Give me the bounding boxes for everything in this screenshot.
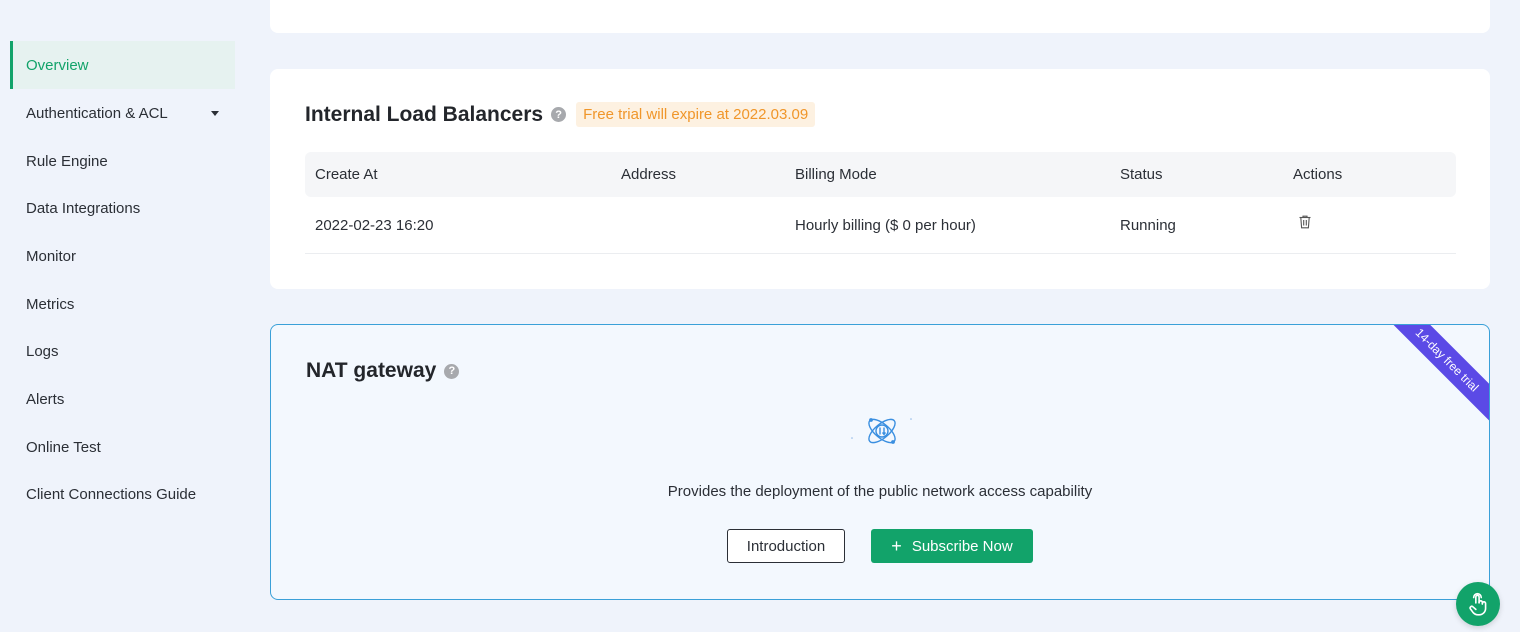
load-balancers-table: Create At Address Billing Mode Status Ac…	[305, 152, 1456, 254]
column-header-billing-mode: Billing Mode	[795, 166, 877, 183]
column-header-address: Address	[621, 166, 677, 183]
sidebar-item-label: Metrics	[26, 295, 75, 313]
nat-description: Provides the deployment of the public ne…	[667, 483, 1093, 500]
sidebar-item-label: Overview	[26, 56, 89, 74]
section-title-text: Internal Load Balancers	[305, 102, 544, 126]
column-header-create-at: Create At	[315, 166, 378, 183]
table-row: 2022-02-23 16:20 Hourly billing ($ 0 per…	[305, 197, 1456, 254]
sidebar-item-label: Monitor	[26, 247, 77, 265]
trial-expiry-badge: Free trial will expire at 2022.03.09	[576, 102, 816, 127]
introduction-button[interactable]: Introduction	[727, 529, 845, 563]
cell-actions	[1293, 197, 1313, 253]
sidebar: Overview Authentication & ACL Rule Engin…	[0, 0, 250, 632]
caret-down-icon	[211, 111, 219, 116]
sidebar-item-label: Logs	[26, 342, 59, 360]
sidebar-item-client-connections-guide[interactable]: Client Connections Guide	[10, 470, 235, 518]
sidebar-item-alerts[interactable]: Alerts	[10, 375, 235, 423]
previous-card	[270, 0, 1490, 33]
sidebar-item-monitor[interactable]: Monitor	[10, 232, 235, 280]
sidebar-item-label: Rule Engine	[26, 152, 108, 170]
section-title-text: NAT gateway	[306, 359, 437, 382]
sidebar-item-data-integrations[interactable]: Data Integrations	[10, 184, 235, 232]
cell-billing-mode: Hourly billing ($ 0 per hour)	[795, 216, 976, 234]
sidebar-item-label: Data Integrations	[26, 199, 141, 217]
subscribe-now-label: Subscribe Now	[911, 537, 1013, 555]
subscribe-now-button[interactable]: + Subscribe Now	[871, 529, 1033, 563]
help-fab-button[interactable]	[1456, 582, 1500, 626]
sidebar-item-online-test[interactable]: Online Test	[10, 423, 235, 471]
plus-icon: +	[891, 535, 902, 556]
sidebar-item-logs[interactable]: Logs	[10, 327, 235, 375]
hand-pointer-icon	[1469, 592, 1487, 616]
sidebar-item-rule-engine[interactable]: Rule Engine	[10, 137, 235, 185]
section-title: Internal Load Balancers ? Free trial wil…	[305, 102, 816, 127]
help-icon[interactable]: ?	[551, 107, 567, 122]
column-header-actions: Actions	[1293, 166, 1343, 183]
cell-create-at: 2022-02-23 16:20	[315, 216, 434, 234]
sidebar-item-label: Online Test	[26, 438, 101, 456]
nat-gateway-card: 14-day free trial NAT gateway ? Provides…	[270, 324, 1490, 600]
sidebar-item-label: Authentication & ACL	[26, 104, 168, 122]
trash-icon[interactable]	[1297, 214, 1313, 230]
section-title: NAT gateway ?	[306, 359, 460, 383]
internal-load-balancers-card: Internal Load Balancers ? Free trial wil…	[270, 69, 1490, 289]
sidebar-item-label: Alerts	[26, 390, 65, 408]
table-header: Create At Address Billing Mode Status Ac…	[305, 152, 1456, 197]
free-trial-ribbon: 14-day free trial	[1381, 325, 1489, 426]
help-icon[interactable]: ?	[444, 363, 460, 379]
sidebar-item-overview[interactable]: Overview	[10, 41, 235, 89]
network-atom-icon	[851, 418, 912, 444]
sidebar-item-authentication-acl[interactable]: Authentication & ACL	[10, 89, 235, 137]
sidebar-item-label: Client Connections Guide	[26, 485, 197, 503]
column-header-status: Status	[1120, 166, 1163, 183]
sidebar-item-metrics[interactable]: Metrics	[10, 280, 235, 328]
cell-status: Running	[1120, 216, 1176, 234]
